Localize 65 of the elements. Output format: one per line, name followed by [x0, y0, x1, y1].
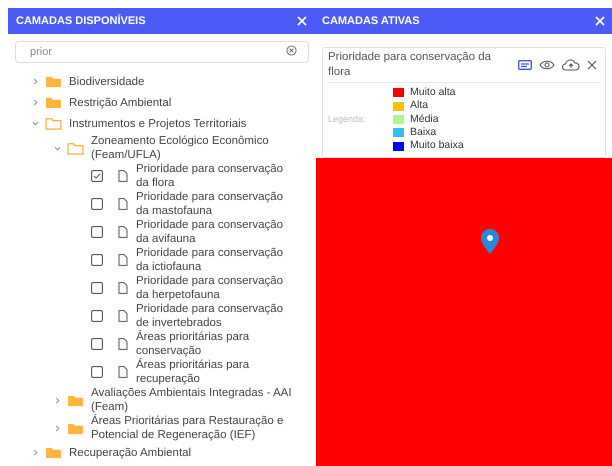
layer-label[interactable]: Áreas prioritárias para recuperação: [136, 358, 291, 386]
close-button[interactable]: [594, 15, 606, 27]
cloud-upload-icon[interactable]: [562, 59, 580, 71]
chevron-down-icon[interactable]: [54, 144, 60, 152]
search-field[interactable]: prior: [15, 41, 309, 63]
layer-label[interactable]: Prioridade para conservação da ictiofauna: [136, 246, 291, 274]
chevron-right-icon[interactable]: [32, 449, 38, 456]
folder-label[interactable]: Zoneamento Ecológico Econômico (Feam/UFLA): [91, 134, 296, 162]
map-pin-icon[interactable]: [479, 228, 501, 256]
chevron-right-icon[interactable]: [32, 99, 38, 106]
checkbox[interactable]: [91, 226, 103, 238]
eye-icon[interactable]: [539, 60, 555, 70]
checkbox[interactable]: [91, 198, 103, 210]
checkbox[interactable]: [91, 170, 103, 182]
close-icon: [594, 15, 606, 27]
checkbox[interactable]: [91, 254, 103, 266]
layer-label[interactable]: Prioridade para conservação da avifauna: [136, 218, 291, 246]
checkbox[interactable]: [91, 338, 103, 350]
file-icon: [118, 366, 128, 378]
chevron-right-icon[interactable]: [54, 424, 60, 432]
panel-title: CAMADAS ATIVAS: [322, 14, 420, 29]
layer-title: Prioridade para conservação da flora: [328, 50, 492, 80]
clear-icon[interactable]: [286, 44, 297, 56]
layer-label[interactable]: Prioridade para conservação da herpetofauna: [136, 274, 291, 302]
checkbox[interactable]: [91, 366, 103, 378]
folder-icon: [67, 422, 84, 434]
legend-label: Muito alta: [410, 84, 456, 100]
layer-label[interactable]: Áreas prioritárias para conservação: [136, 330, 291, 358]
folder-label[interactable]: Instrumentos e Projetos Territoriais: [69, 116, 299, 130]
folder-label[interactable]: Biodiversidade: [69, 74, 299, 88]
file-icon: [118, 310, 128, 322]
close-icon: [296, 15, 308, 27]
folder-outline-icon: [45, 117, 62, 130]
legend-label: Alta: [410, 98, 428, 114]
folder-outline-icon: [67, 142, 84, 154]
file-icon: [118, 170, 128, 182]
legend-label: Média: [410, 112, 439, 127]
checkbox[interactable]: [91, 310, 103, 322]
close-button[interactable]: [296, 15, 308, 27]
file-icon: [118, 254, 128, 266]
file-icon: [118, 338, 128, 350]
close-icon[interactable]: [587, 60, 597, 70]
folder-icon: [45, 75, 62, 88]
checkbox[interactable]: [91, 282, 103, 294]
folder-label[interactable]: Áreas Prioritárias para Restauração e Potencial de Regeneração (IEF): [91, 414, 296, 442]
folder-icon: [67, 394, 84, 406]
folder-icon: [45, 96, 62, 109]
panel-title: CAMADAS DISPONÍVEIS: [16, 13, 146, 29]
chevron-down-icon[interactable]: [32, 120, 38, 127]
legend-label: Baixa: [410, 125, 436, 140]
file-icon: [118, 282, 128, 294]
file-icon: [118, 226, 128, 238]
layer-label[interactable]: Prioridade para conservação da mastofauna: [136, 190, 291, 218]
legend-label: Legenda:: [328, 112, 367, 126]
legend-icon[interactable]: [518, 60, 532, 70]
legend-label: Muito baixa: [410, 138, 464, 154]
chevron-right-icon[interactable]: [32, 78, 38, 85]
chevron-right-icon[interactable]: [54, 396, 60, 404]
folder-icon: [45, 446, 62, 459]
folder-label[interactable]: Avaliações Ambientais Integradas - AAI (Feam): [91, 386, 296, 414]
folder-label[interactable]: Recuperação Ambiental: [69, 446, 299, 460]
layer-label[interactable]: Prioridade para conservação de invertebrados: [136, 302, 291, 330]
file-icon: [118, 198, 128, 210]
folder-label[interactable]: Restrição Ambiental: [69, 96, 299, 110]
layer-label[interactable]: Prioridade para conservação da flora: [136, 162, 291, 190]
